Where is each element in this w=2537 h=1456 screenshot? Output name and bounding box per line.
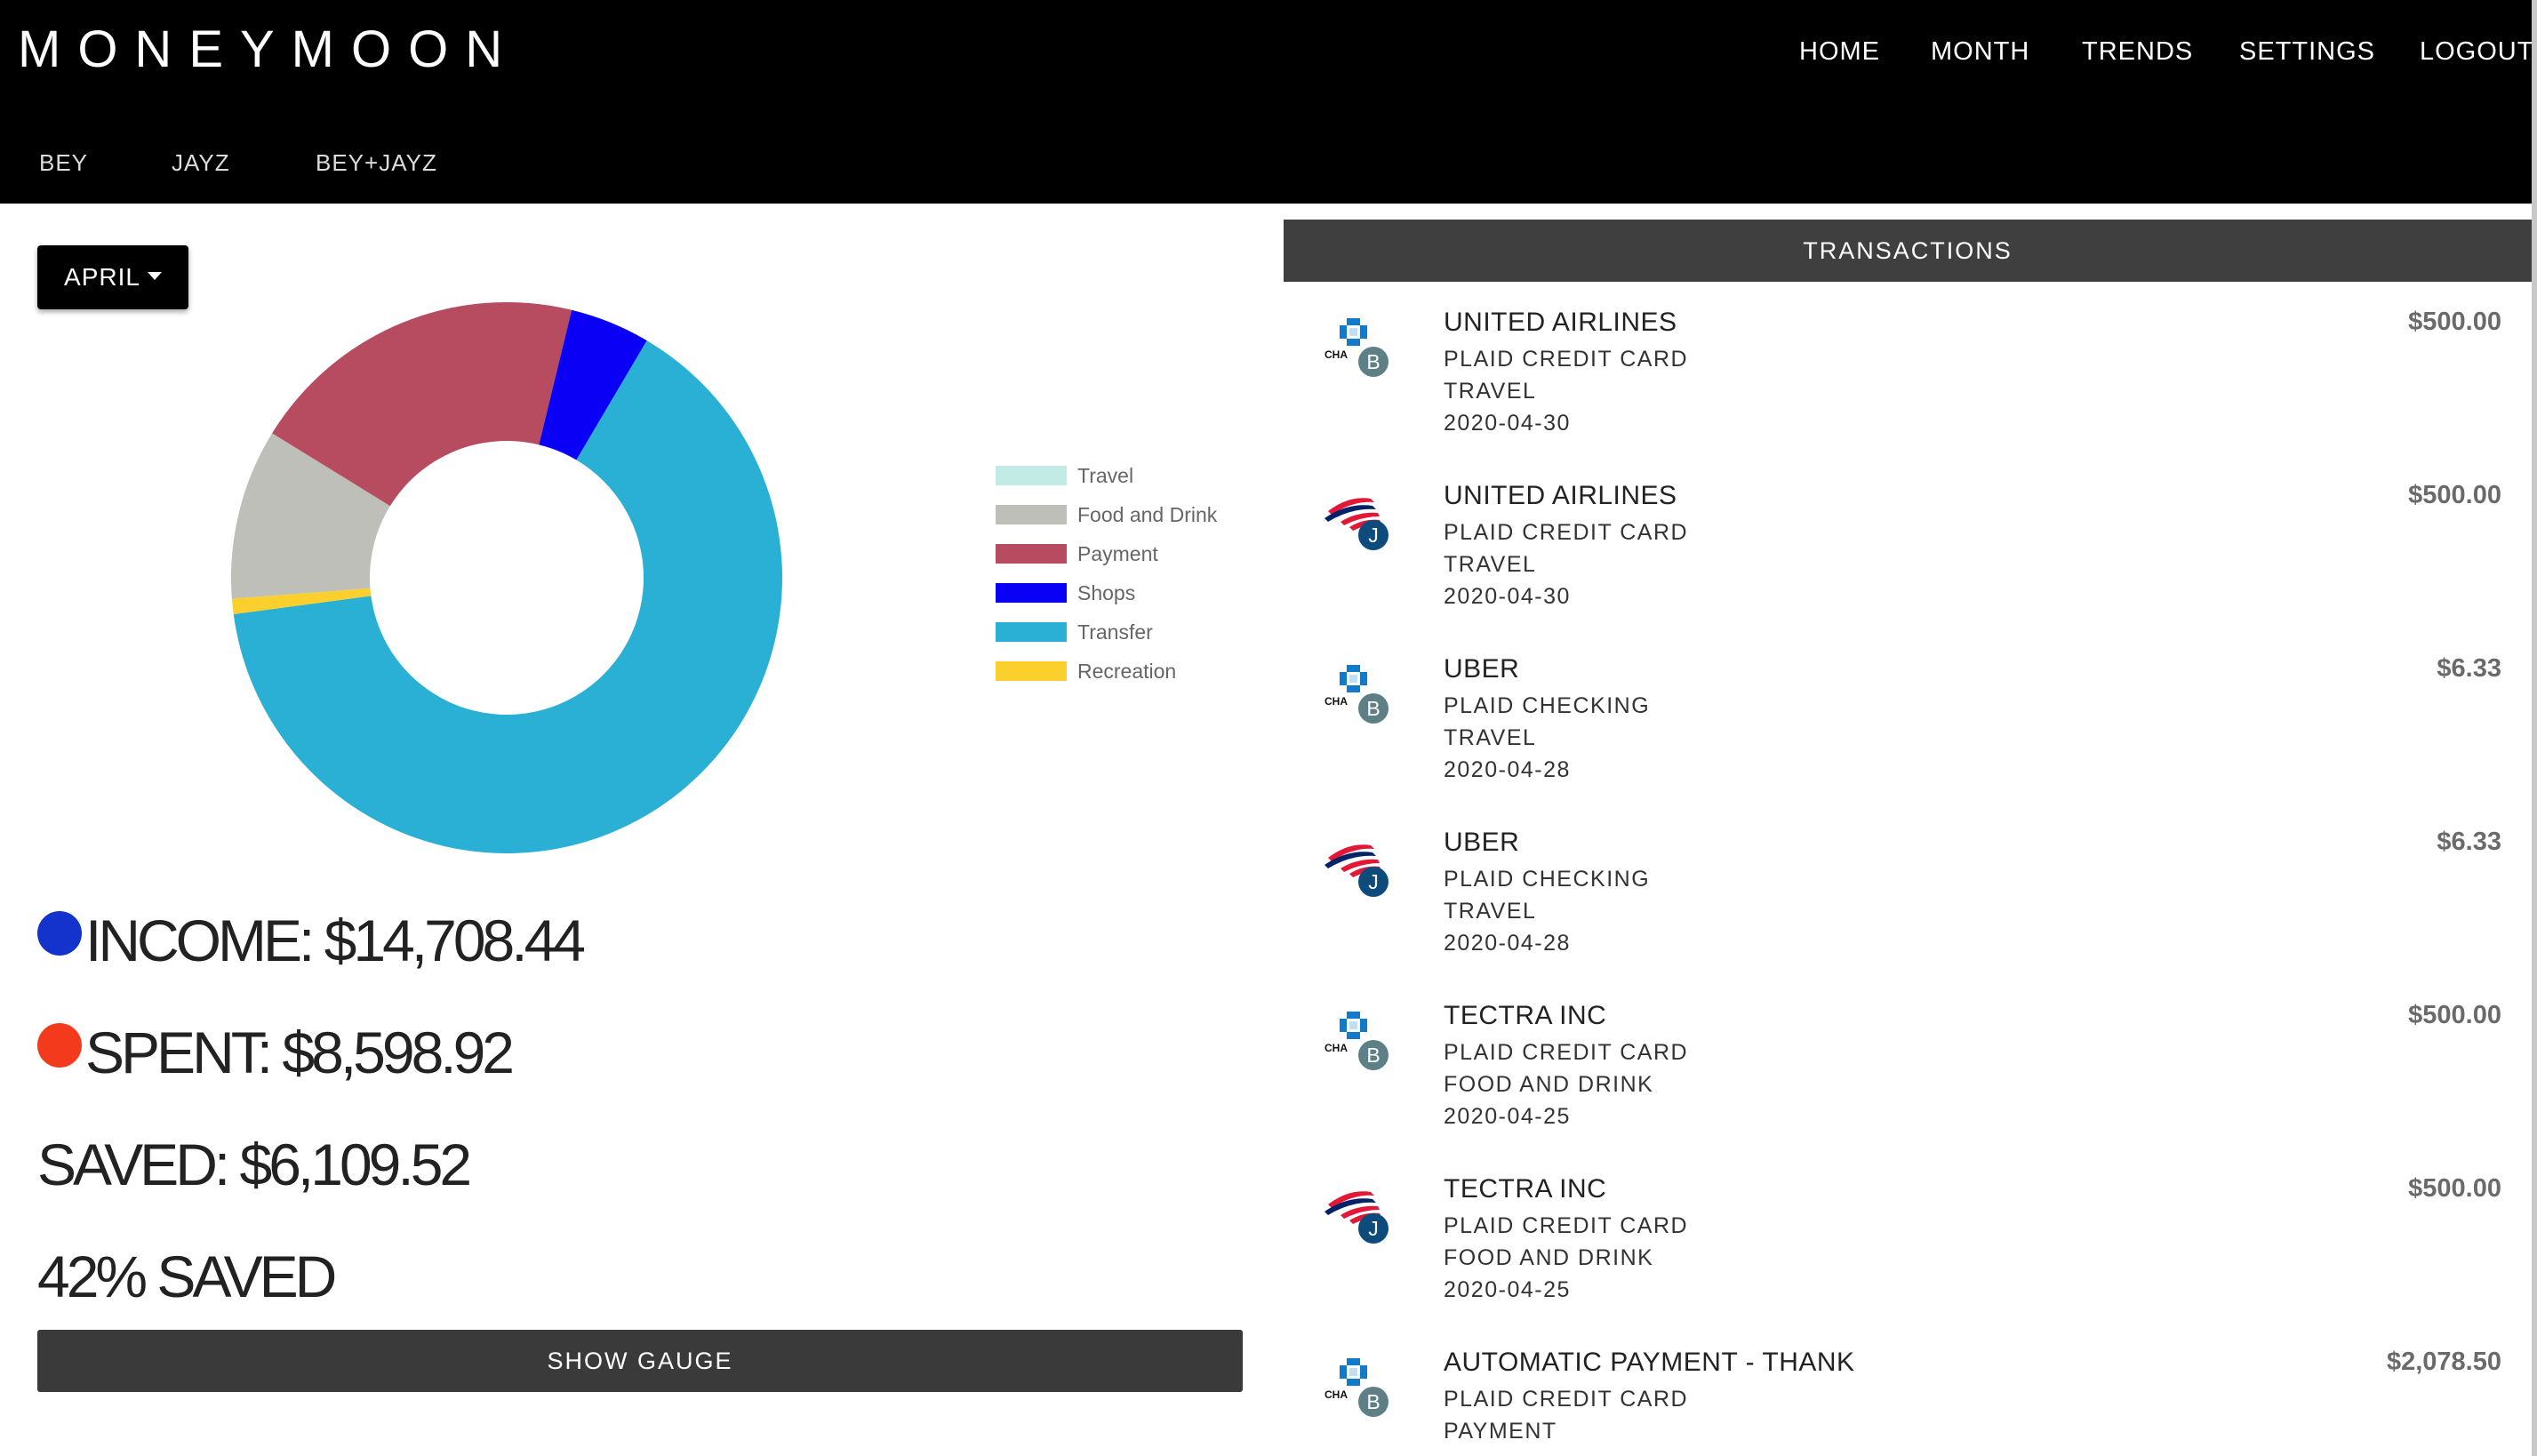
nav-logout-link[interactable]: LOGOUT	[2420, 37, 2533, 67]
legend-label: Transfer	[1077, 620, 1153, 644]
legend-item-shops[interactable]: Shops	[996, 580, 1135, 606]
month-dropdown-label: APRIL	[64, 263, 140, 291]
transaction-row[interactable]: CHA B TECTRA INC PLAID CREDIT CARD FOOD AND …	[1284, 987, 2532, 1160]
transaction-amount: $500.00	[2408, 308, 2501, 336]
transaction-date: 2020-04-30	[1444, 411, 1571, 436]
transaction-date: 2020-04-25	[1444, 1104, 1571, 1129]
transaction-category: PAYMENT	[1444, 1419, 1557, 1444]
transaction-row[interactable]: J UNITED AIRLINES PLAID CREDIT CARD TRAVEL 2…	[1284, 467, 2532, 640]
legend-swatch	[996, 466, 1067, 485]
app-logo-text[interactable]: MONEYMOON	[18, 20, 519, 79]
transaction-amount: $500.00	[2408, 481, 2501, 509]
page-scrollbar[interactable]	[2532, 0, 2537, 1456]
transaction-amount: $500.00	[2408, 1001, 2501, 1029]
spent-dot-icon	[37, 1023, 82, 1068]
transaction-account: PLAID CREDIT CARD	[1444, 347, 1689, 372]
transaction-name: TECTRA INC	[1444, 1174, 1607, 1204]
legend-label: Payment	[1077, 541, 1158, 565]
transaction-row[interactable]: J TECTRA INC PLAID CREDIT CARD FOOD AND DRI…	[1284, 1160, 2532, 1333]
spent-stat: SPENT: $8,598.92	[37, 1019, 515, 1086]
transaction-category: FOOD AND DRINK	[1444, 1245, 1654, 1270]
transaction-row[interactable]: J UBER PLAID CHECKING TRAVEL 2020-04-28 $6.33	[1284, 813, 2532, 987]
svg-text:CHA: CHA	[1325, 695, 1348, 708]
transactions-header: TRANSACTIONS	[1284, 220, 2532, 282]
transaction-date: 2020-04-28	[1444, 757, 1571, 782]
transaction-name: TECTRA INC	[1444, 1001, 1607, 1030]
transaction-category: TRAVEL	[1444, 725, 1537, 750]
nav-settings-link[interactable]: SETTINGS	[2239, 37, 2375, 67]
owner-avatar-badge: B	[1358, 347, 1389, 377]
transaction-account: PLAID CREDIT CARD	[1444, 1040, 1689, 1065]
transaction-category: TRAVEL	[1444, 552, 1537, 577]
owner-avatar-badge: B	[1358, 1040, 1389, 1070]
legend-item-recreation[interactable]: Recreation	[996, 658, 1176, 684]
legend-swatch	[996, 544, 1067, 564]
transaction-account: PLAID CREDIT CARD	[1444, 520, 1689, 545]
legend-label: Travel	[1077, 463, 1134, 487]
saved-stat: SAVED: $6,109.52	[37, 1132, 472, 1197]
transaction-account: PLAID CHECKING	[1444, 693, 1651, 718]
transaction-category: TRAVEL	[1444, 379, 1537, 404]
saved-percent-stat: 42% SAVED	[37, 1244, 337, 1309]
legend-swatch	[996, 505, 1067, 524]
transaction-row[interactable]: CHA B AUTOMATIC PAYMENT - THANK PLAID CREDI…	[1284, 1333, 2532, 1456]
caret-down-icon	[147, 271, 162, 280]
legend-label: Recreation	[1077, 659, 1177, 683]
svg-text:CHA: CHA	[1325, 1388, 1348, 1401]
transaction-date: 2020-04-30	[1444, 584, 1571, 609]
transaction-name: UNITED AIRLINES	[1444, 481, 1677, 510]
tab-bey-jayz[interactable]: BEY+JAYZ	[316, 149, 437, 177]
owner-avatar-badge: J	[1358, 1213, 1389, 1244]
legend-swatch	[996, 622, 1067, 642]
legend-item-travel[interactable]: Travel	[996, 462, 1133, 489]
transaction-amount: $6.33	[2437, 828, 2501, 856]
income-text: INCOME: $14,708.44	[85, 908, 586, 973]
tab-bey[interactable]: BEY	[39, 149, 88, 177]
transaction-name: AUTOMATIC PAYMENT - THANK	[1444, 1348, 1855, 1377]
legend-item-transfer[interactable]: Transfer	[996, 619, 1153, 645]
transaction-account: PLAID CHECKING	[1444, 867, 1651, 892]
transaction-name: UBER	[1444, 654, 1520, 684]
owner-avatar-badge: J	[1358, 867, 1389, 897]
transactions-list: CHA B UNITED AIRLINES PLAID CREDIT CARD TRAV…	[1284, 293, 2532, 1456]
transaction-date: 2020-04-25	[1444, 1277, 1571, 1302]
transaction-amount: $6.33	[2437, 654, 2501, 683]
transaction-account: PLAID CREDIT CARD	[1444, 1387, 1689, 1412]
transaction-name: UNITED AIRLINES	[1444, 308, 1677, 337]
transaction-amount: $500.00	[2408, 1174, 2501, 1203]
legend-swatch	[996, 583, 1067, 603]
nav-home-link[interactable]: HOME	[1799, 37, 1880, 67]
top-navbar: MONEYMOON HOME MONTH TRENDS SETTINGS LOG…	[0, 0, 2533, 204]
nav-trends-link[interactable]: TRENDS	[2082, 37, 2193, 67]
nav-month-link[interactable]: MONTH	[1931, 37, 2029, 67]
transaction-row[interactable]: CHA B UNITED AIRLINES PLAID CREDIT CARD TRAV…	[1284, 293, 2532, 467]
legend-label: Food and Drink	[1077, 502, 1218, 526]
month-dropdown-button[interactable]: APRIL	[37, 245, 188, 309]
transaction-row[interactable]: CHA B UBER PLAID CHECKING TRAVEL 2020-04-28 $6…	[1284, 640, 2532, 813]
show-gauge-button[interactable]: SHOW GAUGE	[37, 1330, 1243, 1392]
legend-label: Shops	[1077, 580, 1136, 604]
spending-donut-chart	[231, 302, 782, 853]
legend-item-food-and-drink[interactable]: Food and Drink	[996, 501, 1217, 528]
transaction-amount: $2,078.50	[2386, 1348, 2501, 1376]
legend-item-payment[interactable]: Payment	[996, 540, 1158, 567]
transaction-name: UBER	[1444, 828, 1520, 857]
owner-avatar-badge: B	[1358, 693, 1389, 724]
transaction-date: 2020-04-28	[1444, 931, 1571, 956]
transaction-account: PLAID CREDIT CARD	[1444, 1213, 1689, 1238]
income-dot-icon	[37, 911, 82, 956]
spent-text: SPENT: $8,598.92	[85, 1020, 515, 1085]
transaction-category: FOOD AND DRINK	[1444, 1072, 1654, 1097]
legend-swatch	[996, 661, 1067, 681]
transaction-category: TRAVEL	[1444, 899, 1537, 924]
owner-avatar-badge: B	[1358, 1387, 1389, 1417]
owner-avatar-badge: J	[1358, 520, 1389, 550]
svg-text:CHA: CHA	[1325, 1042, 1348, 1054]
svg-text:CHA: CHA	[1325, 348, 1348, 361]
tab-jayz[interactable]: JAYZ	[172, 149, 230, 177]
income-stat: INCOME: $14,708.44	[37, 907, 586, 974]
